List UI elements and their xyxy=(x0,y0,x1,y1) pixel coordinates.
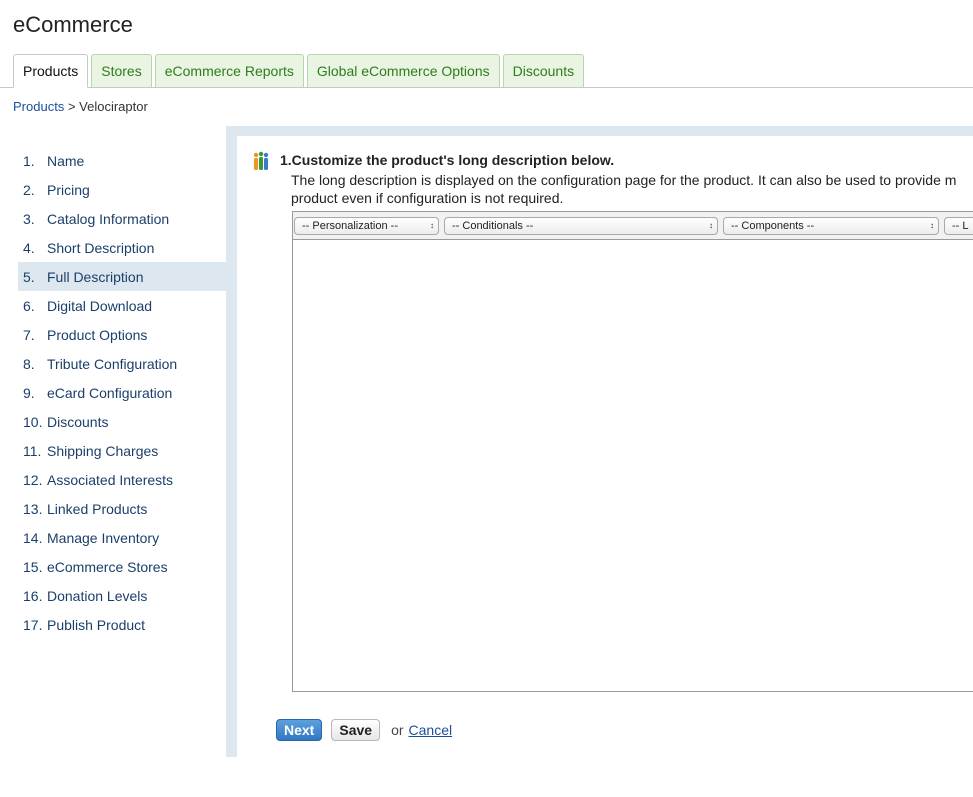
select-value: -- L xyxy=(952,219,969,232)
links-select[interactable]: -- L xyxy=(944,216,973,235)
step-number: 6. xyxy=(23,297,35,314)
tab-ecommerce-reports[interactable]: eCommerce Reports xyxy=(154,54,304,88)
step-label: Linked Products xyxy=(47,500,148,517)
sidebar-item-catalog-information[interactable]: 3. Catalog Information xyxy=(18,204,226,233)
editor-body[interactable] xyxy=(293,240,973,692)
step-number: 13. xyxy=(23,500,43,517)
description-line: product even if configuration is not req… xyxy=(291,190,564,206)
cancel-link[interactable]: Cancel xyxy=(409,722,453,738)
tab-stores[interactable]: Stores xyxy=(91,54,152,88)
select-value: -- Personalization -- xyxy=(302,219,398,232)
step-label: Associated Interests xyxy=(47,471,174,488)
up-down-arrows-icon: ↕ xyxy=(930,221,934,230)
step-number: 1. xyxy=(23,152,35,169)
step-label: Pricing xyxy=(47,181,90,198)
tabs-divider xyxy=(0,87,973,88)
step-label: eCard Configuration xyxy=(47,384,173,401)
step-label: Short Description xyxy=(47,239,155,256)
step-label: Digital Download xyxy=(47,297,153,314)
step-label: Publish Product xyxy=(47,616,146,633)
step-sidebar: 1. Name 2. Pricing 3. Catalog Information 4… xyxy=(18,146,226,639)
sidebar-item-name[interactable]: 1. Name xyxy=(18,146,226,175)
step-number: 9. xyxy=(23,384,35,401)
step-label: Product Options xyxy=(47,326,148,343)
breadcrumb: Products > Velociraptor xyxy=(13,99,148,114)
personalization-select[interactable]: -- Personalization -- ↕ xyxy=(294,216,439,235)
step-label: Catalog Information xyxy=(47,210,170,227)
step-number: 14. xyxy=(23,529,43,546)
up-down-arrows-icon: ↕ xyxy=(709,221,713,230)
step-number: 5. xyxy=(23,268,35,285)
step-number: 2. xyxy=(23,181,35,198)
sidebar-item-ecard-configuration[interactable]: 9. eCard Configuration xyxy=(18,378,226,407)
tab-global-ecommerce-options[interactable]: Global eCommerce Options xyxy=(306,54,500,88)
or-text: or xyxy=(391,722,404,738)
description-line: The long description is displayed on the… xyxy=(291,172,957,188)
save-button[interactable]: Save xyxy=(331,719,381,741)
app-title: eCommerce xyxy=(13,12,133,37)
step-number: 11. xyxy=(23,442,42,459)
step-description: The long description is displayed on the… xyxy=(291,171,973,207)
step-label: Shipping Charges xyxy=(47,442,159,459)
step-label: Full Description xyxy=(47,268,144,285)
sidebar-item-product-options[interactable]: 7. Product Options xyxy=(18,320,226,349)
step-number: 7. xyxy=(23,326,35,343)
step-number: 12. xyxy=(23,471,43,488)
sidebar-item-digital-download[interactable]: 6. Digital Download xyxy=(18,291,226,320)
rich-text-editor: -- Personalization -- ↕ -- Conditionals … xyxy=(292,211,973,692)
conditionals-select[interactable]: -- Conditionals -- ↕ xyxy=(444,216,718,235)
up-down-arrows-icon: ↕ xyxy=(430,221,434,230)
breadcrumb-separator: > xyxy=(67,99,76,114)
tab-discounts[interactable]: Discounts xyxy=(502,54,585,88)
tab-bar: Products Stores eCommerce Reports Global… xyxy=(13,54,585,88)
components-select[interactable]: -- Components -- ↕ xyxy=(723,216,939,235)
sidebar-item-linked-products[interactable]: 13. Linked Products xyxy=(18,494,226,523)
step-label: Tribute Configuration xyxy=(47,355,178,372)
sidebar-item-manage-inventory[interactable]: 14. Manage Inventory xyxy=(18,523,226,552)
breadcrumb-products-link[interactable]: Products xyxy=(13,99,64,114)
step-label: Name xyxy=(47,152,85,169)
step-number: 3. xyxy=(23,210,35,227)
breadcrumb-current: Velociraptor xyxy=(79,99,148,114)
step-number: 4. xyxy=(23,239,35,256)
next-button[interactable]: Next xyxy=(276,719,323,741)
sidebar-item-associated-interests[interactable]: 12. Associated Interests xyxy=(18,465,226,494)
sidebar-item-full-description[interactable]: 5. Full Description xyxy=(18,262,226,291)
sidebar-item-tribute-configuration[interactable]: 8. Tribute Configuration xyxy=(18,349,226,378)
people-icon xyxy=(253,151,269,170)
select-value: -- Conditionals -- xyxy=(452,219,534,232)
step-number: 10. xyxy=(23,413,43,430)
sidebar-item-pricing[interactable]: 2. Pricing xyxy=(18,175,226,204)
step-label: Donation Levels xyxy=(47,587,148,604)
action-buttons: Next Save or Cancel xyxy=(276,719,452,741)
sidebar-item-donation-levels[interactable]: 16. Donation Levels xyxy=(18,581,226,610)
step-label: Discounts xyxy=(47,413,109,430)
editor-toolbar: -- Personalization -- ↕ -- Conditionals … xyxy=(293,212,973,240)
step-number: 8. xyxy=(23,355,35,372)
sidebar-item-discounts[interactable]: 10. Discounts xyxy=(18,407,226,436)
step-heading: 1.Customize the product's long descripti… xyxy=(280,152,615,168)
step-number: 16. xyxy=(23,587,43,604)
sidebar-item-shipping-charges[interactable]: 11. Shipping Charges xyxy=(18,436,226,465)
sidebar-item-publish-product[interactable]: 17. Publish Product xyxy=(18,610,226,639)
step-label: Manage Inventory xyxy=(47,529,160,546)
step-label: eCommerce Stores xyxy=(47,558,168,575)
step-number: 17. xyxy=(23,616,43,633)
select-value: -- Components -- xyxy=(731,219,815,232)
step-number: 15. xyxy=(23,558,43,575)
sidebar-item-ecommerce-stores[interactable]: 15. eCommerce Stores xyxy=(18,552,226,581)
tab-products[interactable]: Products xyxy=(13,54,89,88)
sidebar-item-short-description[interactable]: 4. Short Description xyxy=(18,233,226,262)
